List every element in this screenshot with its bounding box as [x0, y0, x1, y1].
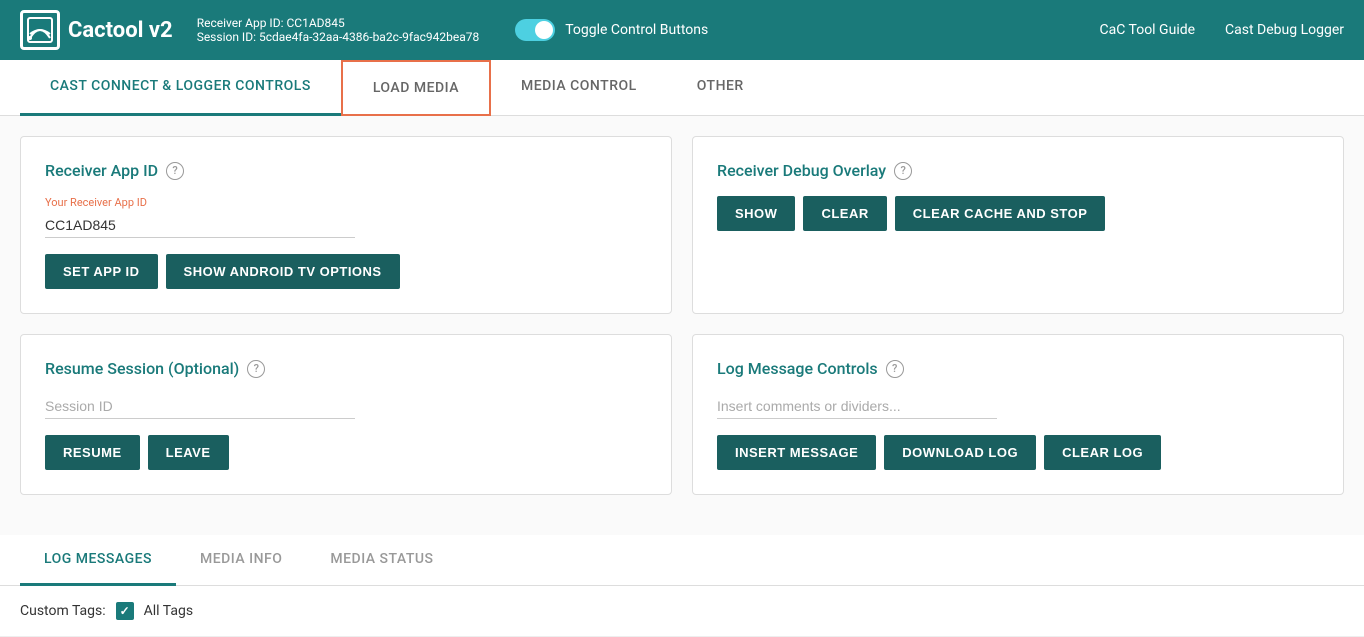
header: Cactool v2 Receiver App ID: CC1AD845 Ses… — [0, 0, 1364, 60]
receiver-app-id-input-row: Your Receiver App ID — [45, 196, 647, 238]
insert-message-button[interactable]: INSERT MESSAGE — [717, 435, 876, 470]
header-nav: CaC Tool Guide Cast Debug Logger — [1100, 22, 1345, 38]
toggle-section: Toggle Control Buttons — [515, 19, 708, 41]
all-tags-text: All Tags — [144, 603, 193, 619]
download-log-button[interactable]: DOWNLOAD LOG — [884, 435, 1036, 470]
toggle-control-buttons[interactable] — [515, 19, 555, 41]
session-id-input-row — [45, 394, 647, 419]
tab-cast-connect[interactable]: CAST CONNECT & LOGGER CONTROLS — [20, 60, 341, 116]
custom-tags-label: Custom Tags: — [20, 603, 106, 619]
resume-button[interactable]: RESUME — [45, 435, 140, 470]
set-app-id-button[interactable]: SET APP ID — [45, 254, 158, 289]
bottom-tabs: LOG MESSAGES MEDIA INFO MEDIA STATUS — [0, 535, 1364, 586]
tab-media-control[interactable]: MEDIA CONTROL — [491, 60, 667, 116]
clear-cache-stop-button[interactable]: CLEAR CACHE AND STOP — [895, 196, 1106, 231]
main-tabs: CAST CONNECT & LOGGER CONTROLS LOAD MEDI… — [0, 60, 1364, 116]
receiver-app-id-input-label: Your Receiver App ID — [45, 196, 647, 209]
logo-area: Cactool v2 — [20, 10, 173, 50]
logo-text: Cactool v2 — [68, 18, 173, 43]
receiver-debug-overlay-buttons: SHOW CLEAR CLEAR CACHE AND STOP — [717, 196, 1319, 231]
custom-tags-section: Custom Tags: All Tags — [0, 586, 1364, 637]
receiver-app-id-help-icon[interactable]: ? — [166, 162, 184, 180]
tab-load-media[interactable]: LOAD MEDIA — [341, 60, 491, 116]
main-content: Receiver App ID ? Your Receiver App ID S… — [0, 116, 1364, 535]
clear-log-button[interactable]: CLEAR LOG — [1044, 435, 1161, 470]
cards-grid: Receiver App ID ? Your Receiver App ID S… — [20, 136, 1344, 495]
receiver-app-id-input[interactable] — [45, 213, 355, 238]
receiver-app-id-buttons: SET APP ID SHOW ANDROID TV OPTIONS — [45, 254, 647, 289]
logo-icon — [20, 10, 60, 50]
log-message-input-row — [717, 394, 1319, 419]
log-message-controls-card: Log Message Controls ? INSERT MESSAGE DO… — [692, 334, 1344, 495]
log-message-controls-title: Log Message Controls ? — [717, 359, 1319, 378]
session-id-input[interactable] — [45, 394, 355, 419]
tab-other[interactable]: OTHER — [667, 60, 774, 116]
log-message-buttons: INSERT MESSAGE DOWNLOAD LOG CLEAR LOG — [717, 435, 1319, 470]
receiver-debug-overlay-help-icon[interactable]: ? — [894, 162, 912, 180]
session-id-header: Session ID: 5cdae4fa-32aa-4386-ba2c-9fac… — [197, 30, 480, 44]
receiver-app-id-header: Receiver App ID: CC1AD845 — [197, 16, 480, 30]
receiver-debug-overlay-title: Receiver Debug Overlay ? — [717, 161, 1319, 180]
resume-session-title: Resume Session (Optional) ? — [45, 359, 647, 378]
resume-session-buttons: RESUME LEAVE — [45, 435, 647, 470]
resume-session-card: Resume Session (Optional) ? RESUME LEAVE — [20, 334, 672, 495]
resume-session-help-icon[interactable]: ? — [247, 360, 265, 378]
show-overlay-button[interactable]: SHOW — [717, 196, 795, 231]
all-tags-checkbox[interactable] — [116, 602, 134, 620]
receiver-app-id-title: Receiver App ID ? — [45, 161, 647, 180]
header-info: Receiver App ID: CC1AD845 Session ID: 5c… — [197, 16, 480, 44]
bottom-tab-media-status[interactable]: MEDIA STATUS — [306, 535, 457, 586]
receiver-debug-overlay-card: Receiver Debug Overlay ? SHOW CLEAR CLEA… — [692, 136, 1344, 314]
clear-overlay-button[interactable]: CLEAR — [803, 196, 886, 231]
bottom-tab-media-info[interactable]: MEDIA INFO — [176, 535, 306, 586]
log-message-controls-help-icon[interactable]: ? — [886, 360, 904, 378]
bottom-tab-log-messages[interactable]: LOG MESSAGES — [20, 535, 176, 586]
cac-tool-guide-link[interactable]: CaC Tool Guide — [1100, 22, 1196, 38]
leave-button[interactable]: LEAVE — [148, 435, 229, 470]
toggle-label: Toggle Control Buttons — [565, 22, 708, 38]
cast-debug-logger-link[interactable]: Cast Debug Logger — [1225, 22, 1344, 38]
show-android-tv-button[interactable]: SHOW ANDROID TV OPTIONS — [166, 254, 400, 289]
receiver-app-id-card: Receiver App ID ? Your Receiver App ID S… — [20, 136, 672, 314]
log-message-input[interactable] — [717, 394, 997, 419]
